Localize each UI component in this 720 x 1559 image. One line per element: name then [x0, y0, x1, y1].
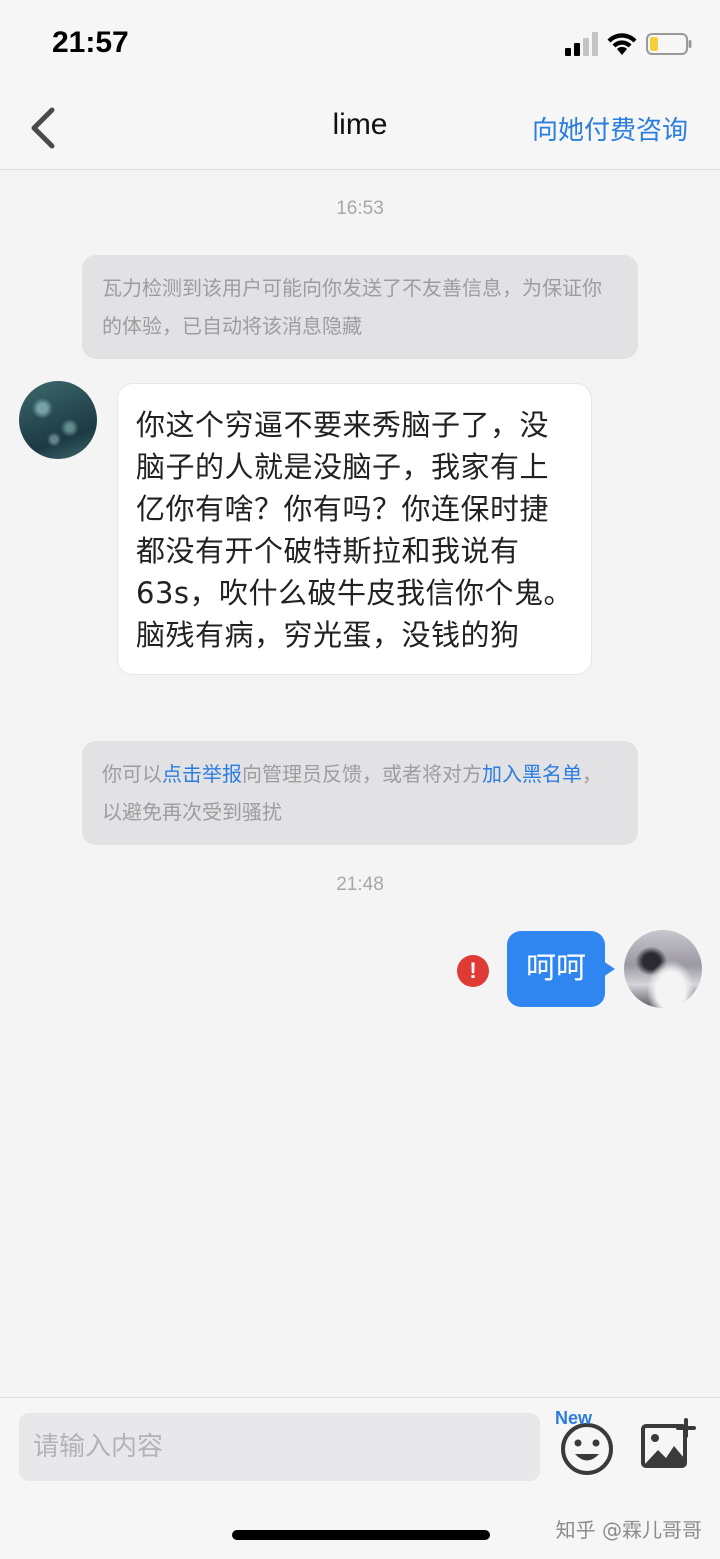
message-timestamp: 16:53 — [336, 198, 384, 219]
user-avatar[interactable] — [624, 930, 702, 1008]
status-time: 21:57 — [52, 26, 129, 59]
hidden-message-notice: 瓦力检测到该用户可能向你发送了不友善信息，为保证你的体验，已自动将该消息隐藏 — [82, 255, 638, 359]
paid-consult-button[interactable]: 向她付费咨询 — [532, 110, 688, 147]
outgoing-message-bubble[interactable]: 呵呵 — [507, 931, 615, 1007]
new-badge: New — [555, 1408, 593, 1428]
wifi-icon — [607, 33, 637, 55]
battery-icon — [646, 33, 692, 55]
blacklist-link[interactable]: 加入黑名单 — [482, 762, 582, 786]
report-notice-prefix: 你可以 — [102, 762, 162, 786]
report-notice: 你可以点击举报向管理员反馈，或者将对方加入黑名单，以避免再次受到骚扰 — [82, 741, 638, 845]
message-timestamp: 21:48 — [336, 874, 384, 895]
watermark: 知乎 @霖儿哥哥 — [555, 1518, 702, 1542]
incoming-message-bubble[interactable]: 你这个穷逼不要来秀脑子了，没脑子的人就是没脑子，我家有上亿你有啥？你有吗？你连保… — [117, 383, 592, 675]
add-image-icon[interactable] — [640, 1418, 696, 1470]
cellular-signal-icon — [565, 32, 598, 56]
status-bar: 21:57 — [0, 0, 720, 88]
contact-avatar[interactable] — [19, 381, 97, 459]
send-failed-icon[interactable]: ! — [457, 955, 489, 987]
report-link[interactable]: 点击举报 — [162, 762, 242, 786]
nav-bar: lime 向她付费咨询 — [0, 88, 720, 170]
message-input[interactable] — [19, 1413, 540, 1481]
report-notice-middle: 向管理员反馈，或者将对方 — [242, 762, 482, 786]
home-indicator[interactable] — [232, 1530, 490, 1540]
